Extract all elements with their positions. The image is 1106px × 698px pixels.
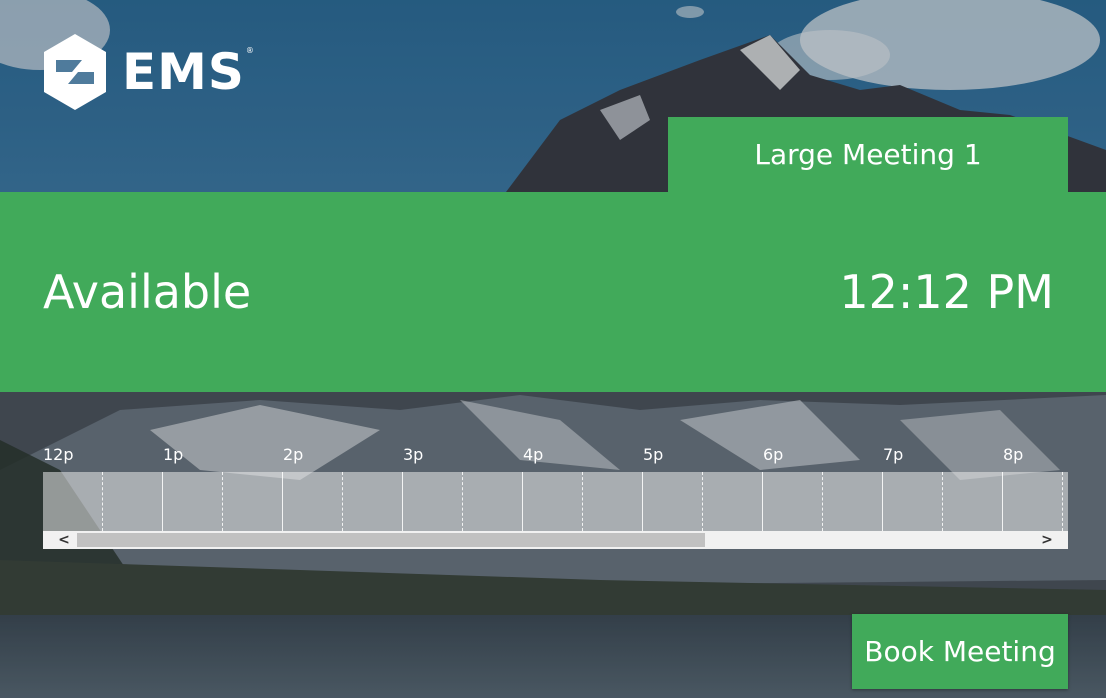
brand-name: EMS®	[122, 43, 255, 101]
status-banner: Available 12:12 PM	[0, 192, 1106, 392]
half-hour-gridline	[702, 472, 703, 531]
book-meeting-button[interactable]: Book Meeting	[852, 614, 1068, 689]
hour-gridline	[882, 472, 883, 531]
schedule-timeline[interactable]: 12p 1p 2p 3p 4p 5p 6p 7p 8p < >	[43, 442, 1068, 549]
hour-label-1p: 1p	[163, 445, 184, 464]
hour-gridline	[402, 472, 403, 531]
hour-label-3p: 3p	[403, 445, 424, 464]
hour-label-7p: 7p	[883, 445, 904, 464]
hour-label-2p: 2p	[283, 445, 304, 464]
brand-logo: EMS®	[42, 32, 255, 112]
half-hour-gridline	[942, 472, 943, 531]
room-name: Large Meeting 1	[754, 138, 982, 171]
hour-label-5p: 5p	[643, 445, 664, 464]
half-hour-gridline	[582, 472, 583, 531]
timeline-track[interactable]	[43, 472, 1068, 531]
hour-label-4p: 4p	[523, 445, 544, 464]
hour-label-8p: 8p	[1003, 445, 1024, 464]
half-hour-gridline	[1062, 472, 1063, 531]
half-hour-gridline	[822, 472, 823, 531]
ems-logo-icon	[44, 34, 106, 110]
hour-gridline	[642, 472, 643, 531]
half-hour-gridline	[222, 472, 223, 531]
hour-gridline	[762, 472, 763, 531]
hour-gridline	[282, 472, 283, 531]
hour-label-12p: 12p	[43, 445, 74, 464]
current-time: 12:12 PM	[839, 265, 1054, 319]
availability-status: Available	[43, 265, 252, 319]
half-hour-gridline	[342, 472, 343, 531]
chevron-right-icon[interactable]: >	[1038, 531, 1056, 549]
half-hour-gridline	[102, 472, 103, 531]
hour-label-6p: 6p	[763, 445, 784, 464]
book-meeting-label: Book Meeting	[864, 635, 1056, 668]
hour-gridline	[522, 472, 523, 531]
hour-gridline	[1002, 472, 1003, 531]
scrollbar-thumb[interactable]	[77, 533, 705, 547]
timeline-scrollbar[interactable]: < >	[43, 531, 1068, 549]
hour-gridline	[162, 472, 163, 531]
chevron-left-icon[interactable]: <	[55, 531, 73, 549]
half-hour-gridline	[462, 472, 463, 531]
room-name-tab: Large Meeting 1	[668, 117, 1068, 192]
